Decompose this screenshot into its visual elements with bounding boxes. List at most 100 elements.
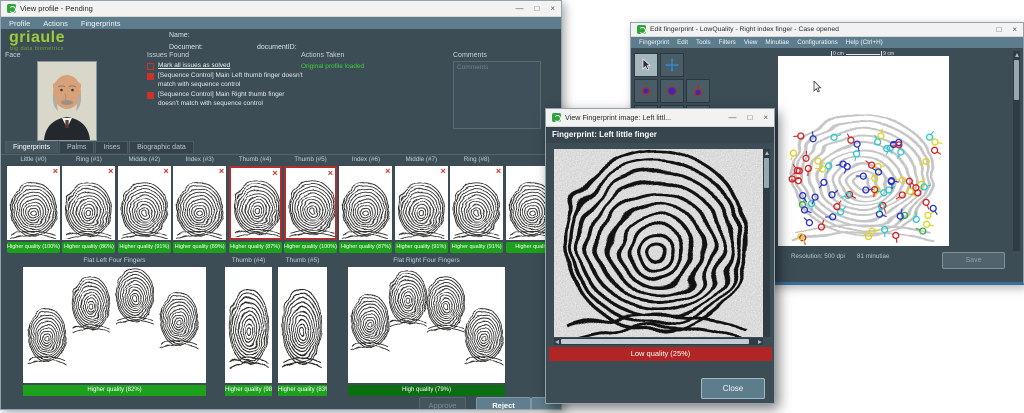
fingerprint-thumbnail[interactable]: ×	[173, 166, 226, 240]
minutia-marker[interactable]	[854, 151, 860, 161]
approve-button[interactable]: Approve	[419, 397, 466, 410]
editor-menu-view[interactable]: View	[744, 39, 758, 46]
minutia-marker[interactable]	[925, 212, 935, 219]
fingerprint-thumbnail[interactable]: ×	[229, 166, 282, 240]
remove-fingerprint-icon[interactable]: ×	[219, 166, 224, 176]
fingerprint-graphic	[120, 181, 169, 239]
issue-flag-icon	[147, 73, 154, 80]
minutia-line-tool[interactable]	[686, 79, 710, 103]
maximize-icon[interactable]: □	[534, 4, 539, 13]
menu-profile[interactable]: Profile	[9, 19, 30, 28]
close-icon[interactable]: ×	[763, 113, 768, 122]
editor-menu-filters[interactable]: Filters	[719, 39, 736, 46]
save-button[interactable]: Save	[942, 252, 1005, 269]
fingerprint-graphic	[278, 267, 327, 383]
tab-biographic-data[interactable]: Biographic data	[129, 141, 194, 153]
quality-badge: Higher quality (87%)	[229, 242, 282, 253]
minutia-marker[interactable]	[847, 134, 854, 144]
cursor-icon	[639, 58, 653, 72]
remove-fingerprint-icon[interactable]: ×	[272, 168, 277, 178]
slap-image[interactable]	[23, 267, 206, 383]
reject-button[interactable]: Reject	[476, 397, 531, 410]
name-label: Name:	[169, 32, 190, 39]
fingerprint-canvas[interactable]	[778, 56, 949, 246]
minimize-icon[interactable]: —	[728, 113, 736, 122]
remove-fingerprint-icon[interactable]: ×	[328, 168, 333, 178]
remove-fingerprint-icon[interactable]: ×	[108, 166, 113, 176]
editor-vertical-scrollbar[interactable]	[1013, 51, 1020, 251]
editor-menu-help-ctrl-h[interactable]: Help (Ctrl+H)	[846, 39, 883, 46]
minutia-marker[interactable]	[924, 221, 934, 227]
cursor-tool[interactable]	[634, 53, 658, 77]
slap-image[interactable]	[225, 267, 272, 383]
scroll-right-icon[interactable]	[758, 340, 762, 344]
minutia-dot-icon	[639, 84, 653, 98]
scroll-up-icon[interactable]	[1015, 53, 1019, 57]
scrollbar-thumb[interactable]	[1014, 60, 1019, 100]
remove-fingerprint-icon[interactable]: ×	[496, 166, 501, 176]
minutia-marker[interactable]	[804, 218, 813, 226]
editor-menu-configurations[interactable]: Configurations	[797, 39, 838, 46]
slap-image[interactable]	[348, 267, 505, 383]
minimize-icon[interactable]: —	[515, 4, 523, 13]
tab-palms[interactable]: Palms	[59, 141, 94, 153]
editor-menu-tools[interactable]: Tools	[696, 39, 711, 46]
slap-image[interactable]	[278, 267, 327, 383]
tab-irises[interactable]: Irises	[95, 141, 128, 153]
menu-actions[interactable]: Actions	[43, 19, 68, 28]
app-icon	[637, 25, 646, 34]
mark-all-checkbox[interactable]	[147, 63, 154, 70]
close-button[interactable]: Close	[701, 378, 765, 399]
fingerprint-thumbnail[interactable]: ×	[62, 166, 115, 240]
editor-menu-minutiae[interactable]: Minutiae	[765, 39, 789, 46]
popup-vertical-scrollbar[interactable]	[763, 149, 770, 337]
remove-fingerprint-icon[interactable]: ×	[53, 166, 58, 176]
fingerprint-thumbnail[interactable]: ×	[284, 166, 337, 240]
fingerprint-header: Fingerprint: Left little finger	[546, 127, 774, 143]
scrollbar-thumb[interactable]	[561, 339, 749, 344]
close-icon[interactable]: ×	[1012, 25, 1017, 34]
tab-fingerprints[interactable]: Fingerprints	[5, 141, 58, 153]
fingerprint-thumbnail[interactable]: ×	[450, 166, 503, 240]
minutia-dot-tool[interactable]	[634, 79, 658, 103]
mark-all-issues-link[interactable]: Mark all issues as solved	[158, 62, 230, 69]
remove-fingerprint-icon[interactable]: ×	[441, 166, 446, 176]
comments-input[interactable]: Comments	[453, 61, 541, 129]
actions-taken-text: Original profile loaded	[301, 63, 364, 70]
tab-bar: FingerprintsPalmsIrisesBiographic data	[5, 141, 194, 153]
close-icon[interactable]: ×	[550, 4, 555, 13]
finger-label: Index (#6)	[339, 156, 392, 163]
scrollbar-thumb[interactable]	[764, 158, 769, 188]
remove-fingerprint-icon[interactable]: ×	[164, 166, 169, 176]
remove-fingerprint-icon[interactable]: ×	[385, 166, 390, 176]
face-photo[interactable]	[37, 61, 97, 141]
menu-fingerprints[interactable]: Fingerprints	[81, 19, 121, 28]
minutia-marker[interactable]	[793, 133, 804, 139]
finger-label: Thumb (#5)	[284, 156, 337, 163]
quality-badge: Higher quality (91%)	[450, 242, 503, 253]
minutia-marker[interactable]	[862, 233, 872, 240]
fingerprint-thumbnail[interactable]: ×	[395, 166, 448, 240]
finger-label: Little (#0)	[7, 156, 60, 163]
editor-menu-fingerprint[interactable]: Fingerprint	[639, 39, 669, 46]
scroll-up-icon[interactable]	[765, 151, 769, 155]
maximize-icon[interactable]: □	[996, 25, 1001, 34]
editor-menu-edit[interactable]: Edit	[677, 39, 688, 46]
fingerprint-image[interactable]	[554, 149, 763, 337]
minutia-marker[interactable]	[932, 139, 942, 145]
fingerprint-thumbnail[interactable]: ×	[118, 166, 171, 240]
minutiae-count-status: 81 minutiae	[857, 253, 890, 260]
fingerprint-thumbnail[interactable]: ×	[339, 166, 392, 240]
minutia-marker[interactable]	[927, 131, 934, 140]
popup-horizontal-scrollbar[interactable]	[554, 338, 763, 345]
maximize-icon[interactable]: □	[747, 113, 752, 122]
move-tool[interactable]	[660, 53, 684, 77]
minutia-marker[interactable]	[932, 147, 941, 154]
fingerprint-graphic	[175, 181, 224, 239]
slap-label: Thumb (#4)	[225, 257, 272, 264]
fingerprint-graphic	[225, 267, 272, 383]
scroll-left-icon[interactable]	[555, 340, 559, 344]
minutia-dot-ring-tool[interactable]	[660, 79, 684, 103]
quality-badge: Higher quality (87%)	[339, 242, 392, 253]
fingerprint-thumbnail[interactable]: ×	[7, 166, 60, 240]
